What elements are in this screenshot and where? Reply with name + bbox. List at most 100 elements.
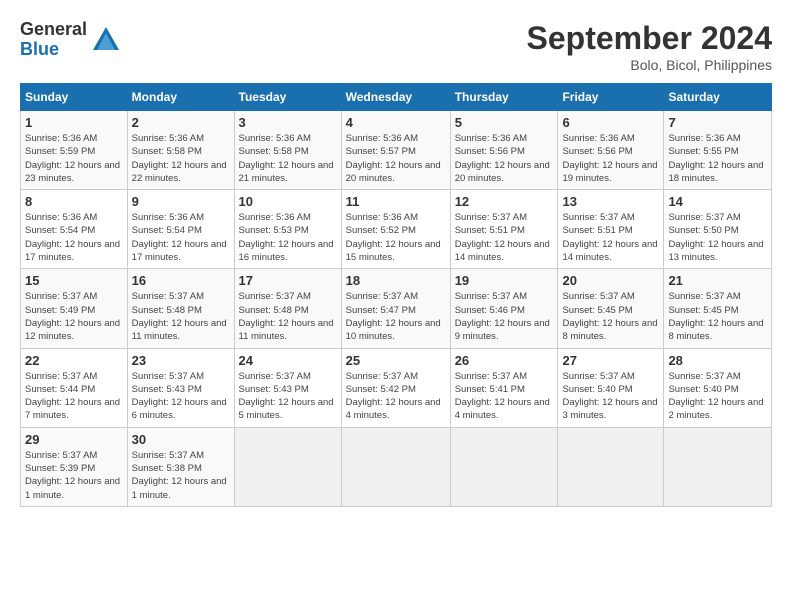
day-info: Sunrise: 5:37 AM Sunset: 5:40 PM Dayligh… [562, 370, 659, 423]
calendar-cell: 26 Sunrise: 5:37 AM Sunset: 5:41 PM Dayl… [450, 348, 558, 427]
day-number: 28 [668, 353, 767, 368]
location: Bolo, Bicol, Philippines [527, 57, 772, 73]
calendar-week-3: 15 Sunrise: 5:37 AM Sunset: 5:49 PM Dayl… [21, 269, 772, 348]
column-header-friday: Friday [558, 84, 664, 111]
column-header-monday: Monday [127, 84, 234, 111]
page-header: General Blue September 2024 Bolo, Bicol,… [20, 20, 772, 73]
logo: General Blue [20, 20, 121, 60]
calendar-cell: 10 Sunrise: 5:36 AM Sunset: 5:53 PM Dayl… [234, 190, 341, 269]
day-number: 14 [668, 194, 767, 209]
day-number: 25 [346, 353, 446, 368]
day-info: Sunrise: 5:37 AM Sunset: 5:38 PM Dayligh… [132, 449, 230, 502]
day-number: 23 [132, 353, 230, 368]
calendar-cell: 12 Sunrise: 5:37 AM Sunset: 5:51 PM Dayl… [450, 190, 558, 269]
day-info: Sunrise: 5:37 AM Sunset: 5:48 PM Dayligh… [132, 290, 230, 343]
calendar-cell: 1 Sunrise: 5:36 AM Sunset: 5:59 PM Dayli… [21, 111, 128, 190]
day-info: Sunrise: 5:37 AM Sunset: 5:45 PM Dayligh… [562, 290, 659, 343]
day-number: 12 [455, 194, 554, 209]
day-info: Sunrise: 5:37 AM Sunset: 5:45 PM Dayligh… [668, 290, 767, 343]
day-info: Sunrise: 5:36 AM Sunset: 5:57 PM Dayligh… [346, 132, 446, 185]
day-info: Sunrise: 5:37 AM Sunset: 5:46 PM Dayligh… [455, 290, 554, 343]
calendar-cell: 6 Sunrise: 5:36 AM Sunset: 5:56 PM Dayli… [558, 111, 664, 190]
column-header-saturday: Saturday [664, 84, 772, 111]
calendar-table: SundayMondayTuesdayWednesdayThursdayFrid… [20, 83, 772, 507]
day-info: Sunrise: 5:36 AM Sunset: 5:58 PM Dayligh… [132, 132, 230, 185]
day-number: 19 [455, 273, 554, 288]
calendar-cell: 11 Sunrise: 5:36 AM Sunset: 5:52 PM Dayl… [341, 190, 450, 269]
day-number: 20 [562, 273, 659, 288]
day-number: 24 [239, 353, 337, 368]
day-number: 15 [25, 273, 123, 288]
calendar-week-1: 1 Sunrise: 5:36 AM Sunset: 5:59 PM Dayli… [21, 111, 772, 190]
calendar-cell [664, 427, 772, 506]
day-info: Sunrise: 5:36 AM Sunset: 5:56 PM Dayligh… [562, 132, 659, 185]
day-number: 29 [25, 432, 123, 447]
calendar-cell: 19 Sunrise: 5:37 AM Sunset: 5:46 PM Dayl… [450, 269, 558, 348]
logo-blue-text: Blue [20, 40, 87, 60]
calendar-cell: 4 Sunrise: 5:36 AM Sunset: 5:57 PM Dayli… [341, 111, 450, 190]
day-number: 22 [25, 353, 123, 368]
day-number: 5 [455, 115, 554, 130]
day-info: Sunrise: 5:37 AM Sunset: 5:51 PM Dayligh… [455, 211, 554, 264]
calendar-cell: 23 Sunrise: 5:37 AM Sunset: 5:43 PM Dayl… [127, 348, 234, 427]
day-number: 13 [562, 194, 659, 209]
calendar-cell: 30 Sunrise: 5:37 AM Sunset: 5:38 PM Dayl… [127, 427, 234, 506]
day-number: 26 [455, 353, 554, 368]
calendar-cell: 28 Sunrise: 5:37 AM Sunset: 5:40 PM Dayl… [664, 348, 772, 427]
calendar-cell: 21 Sunrise: 5:37 AM Sunset: 5:45 PM Dayl… [664, 269, 772, 348]
day-number: 7 [668, 115, 767, 130]
calendar-cell: 3 Sunrise: 5:36 AM Sunset: 5:58 PM Dayli… [234, 111, 341, 190]
day-number: 27 [562, 353, 659, 368]
calendar-cell: 14 Sunrise: 5:37 AM Sunset: 5:50 PM Dayl… [664, 190, 772, 269]
column-header-wednesday: Wednesday [341, 84, 450, 111]
day-info: Sunrise: 5:36 AM Sunset: 5:52 PM Dayligh… [346, 211, 446, 264]
column-header-thursday: Thursday [450, 84, 558, 111]
day-info: Sunrise: 5:37 AM Sunset: 5:51 PM Dayligh… [562, 211, 659, 264]
day-info: Sunrise: 5:36 AM Sunset: 5:54 PM Dayligh… [25, 211, 123, 264]
day-info: Sunrise: 5:37 AM Sunset: 5:49 PM Dayligh… [25, 290, 123, 343]
month-title: September 2024 [527, 20, 772, 57]
day-info: Sunrise: 5:37 AM Sunset: 5:39 PM Dayligh… [25, 449, 123, 502]
calendar-cell: 22 Sunrise: 5:37 AM Sunset: 5:44 PM Dayl… [21, 348, 128, 427]
day-info: Sunrise: 5:36 AM Sunset: 5:53 PM Dayligh… [239, 211, 337, 264]
calendar-cell [558, 427, 664, 506]
day-number: 17 [239, 273, 337, 288]
calendar-cell: 25 Sunrise: 5:37 AM Sunset: 5:42 PM Dayl… [341, 348, 450, 427]
day-number: 21 [668, 273, 767, 288]
calendar-cell: 15 Sunrise: 5:37 AM Sunset: 5:49 PM Dayl… [21, 269, 128, 348]
day-number: 1 [25, 115, 123, 130]
calendar-cell: 17 Sunrise: 5:37 AM Sunset: 5:48 PM Dayl… [234, 269, 341, 348]
calendar-week-2: 8 Sunrise: 5:36 AM Sunset: 5:54 PM Dayli… [21, 190, 772, 269]
calendar-cell: 27 Sunrise: 5:37 AM Sunset: 5:40 PM Dayl… [558, 348, 664, 427]
calendar-cell [341, 427, 450, 506]
day-number: 18 [346, 273, 446, 288]
day-number: 2 [132, 115, 230, 130]
calendar-cell [450, 427, 558, 506]
day-info: Sunrise: 5:37 AM Sunset: 5:43 PM Dayligh… [132, 370, 230, 423]
calendar-week-4: 22 Sunrise: 5:37 AM Sunset: 5:44 PM Dayl… [21, 348, 772, 427]
calendar-cell: 8 Sunrise: 5:36 AM Sunset: 5:54 PM Dayli… [21, 190, 128, 269]
column-header-tuesday: Tuesday [234, 84, 341, 111]
calendar-cell [234, 427, 341, 506]
calendar-cell: 29 Sunrise: 5:37 AM Sunset: 5:39 PM Dayl… [21, 427, 128, 506]
day-info: Sunrise: 5:37 AM Sunset: 5:42 PM Dayligh… [346, 370, 446, 423]
logo-general-text: General [20, 20, 87, 40]
day-info: Sunrise: 5:37 AM Sunset: 5:47 PM Dayligh… [346, 290, 446, 343]
calendar-cell: 24 Sunrise: 5:37 AM Sunset: 5:43 PM Dayl… [234, 348, 341, 427]
calendar-cell: 16 Sunrise: 5:37 AM Sunset: 5:48 PM Dayl… [127, 269, 234, 348]
day-info: Sunrise: 5:36 AM Sunset: 5:58 PM Dayligh… [239, 132, 337, 185]
day-number: 6 [562, 115, 659, 130]
calendar-cell: 20 Sunrise: 5:37 AM Sunset: 5:45 PM Dayl… [558, 269, 664, 348]
day-info: Sunrise: 5:37 AM Sunset: 5:40 PM Dayligh… [668, 370, 767, 423]
day-number: 9 [132, 194, 230, 209]
title-block: September 2024 Bolo, Bicol, Philippines [527, 20, 772, 73]
day-info: Sunrise: 5:37 AM Sunset: 5:43 PM Dayligh… [239, 370, 337, 423]
day-number: 16 [132, 273, 230, 288]
calendar-cell: 7 Sunrise: 5:36 AM Sunset: 5:55 PM Dayli… [664, 111, 772, 190]
logo-icon [91, 25, 121, 55]
column-header-sunday: Sunday [21, 84, 128, 111]
calendar-header-row: SundayMondayTuesdayWednesdayThursdayFrid… [21, 84, 772, 111]
day-info: Sunrise: 5:36 AM Sunset: 5:59 PM Dayligh… [25, 132, 123, 185]
day-number: 11 [346, 194, 446, 209]
calendar-cell: 18 Sunrise: 5:37 AM Sunset: 5:47 PM Dayl… [341, 269, 450, 348]
